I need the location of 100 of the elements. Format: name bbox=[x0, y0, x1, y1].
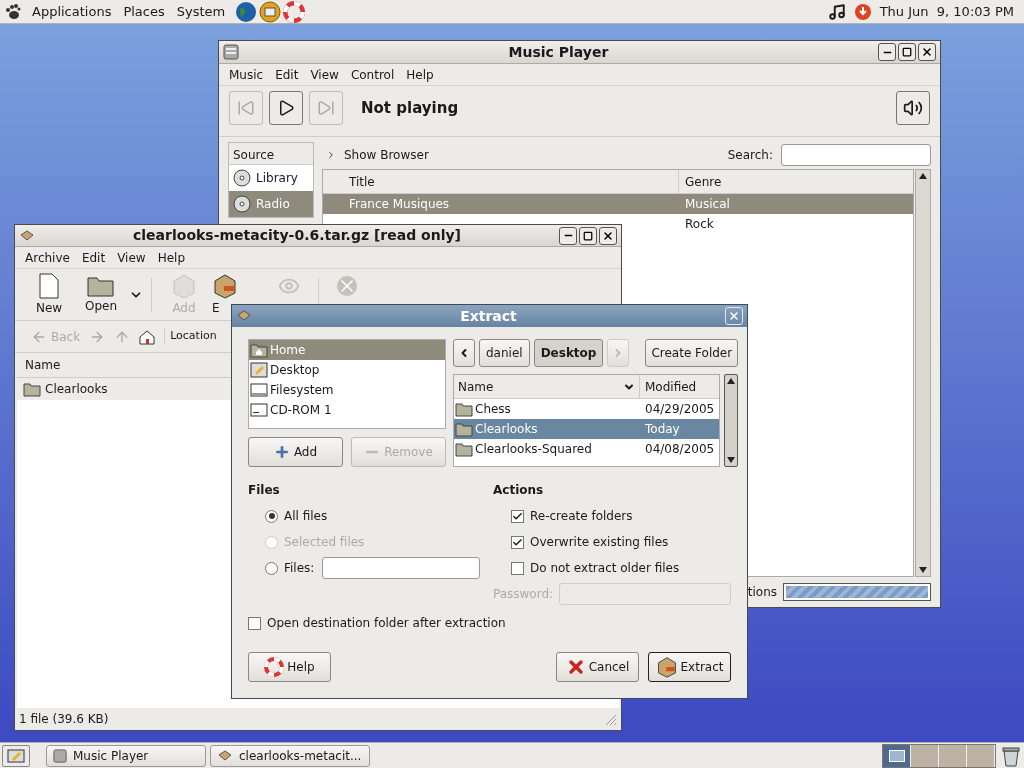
search-label: Search: bbox=[727, 147, 773, 164]
menu-item[interactable]: Help bbox=[400, 65, 440, 84]
menu-item[interactable]: View bbox=[304, 65, 345, 84]
add-button[interactable]: Add bbox=[248, 437, 343, 467]
checkbox[interactable] bbox=[511, 535, 524, 549]
workspace[interactable] bbox=[883, 744, 911, 767]
close-button[interactable] bbox=[599, 226, 617, 245]
footer-label: tions bbox=[747, 583, 777, 601]
menu-item[interactable]: View bbox=[111, 248, 152, 267]
minimize-button[interactable] bbox=[878, 43, 896, 61]
column-header[interactable]: Genre bbox=[679, 170, 913, 193]
menu-item[interactable]: Music bbox=[223, 65, 270, 84]
check-icon bbox=[512, 510, 523, 522]
disc-icon bbox=[232, 194, 252, 214]
mail-icon[interactable] bbox=[259, 0, 282, 23]
panel-menu[interactable]: Applications bbox=[30, 1, 114, 22]
update-icon[interactable] bbox=[853, 2, 872, 21]
resize-grip-icon[interactable] bbox=[603, 712, 617, 726]
column-header[interactable]: Title bbox=[323, 170, 679, 193]
package-icon bbox=[217, 748, 233, 763]
box-icon bbox=[655, 656, 678, 678]
folder-icon bbox=[455, 441, 473, 457]
scrollbar[interactable] bbox=[915, 169, 931, 577]
checkbox[interactable] bbox=[511, 509, 524, 523]
playback-status: Not playing bbox=[361, 97, 460, 119]
place-item[interactable]: CD-ROM 1 bbox=[249, 400, 445, 420]
place-item[interactable]: Filesystem bbox=[249, 380, 445, 400]
radio-label: All files bbox=[284, 508, 328, 525]
maximize-icon bbox=[583, 230, 593, 241]
minimize-button[interactable] bbox=[559, 226, 577, 245]
table-cell[interactable]: Rock bbox=[679, 215, 714, 233]
folder-row[interactable]: Chess 04/29/2005 bbox=[454, 399, 720, 419]
task-button[interactable]: clearlooks-metacit... bbox=[210, 744, 370, 767]
path-button[interactable]: Desktop bbox=[533, 339, 604, 367]
scroll-up-icon[interactable] bbox=[727, 378, 736, 384]
music-note-icon[interactable] bbox=[827, 2, 846, 21]
radio-button[interactable] bbox=[265, 561, 278, 575]
app-icon bbox=[223, 44, 239, 60]
dialog-button[interactable]: Help bbox=[248, 652, 331, 682]
scroll-down-icon[interactable] bbox=[727, 457, 736, 463]
show-desktop-button[interactable] bbox=[2, 744, 30, 767]
clock[interactable]: Thu Jun 9, 10:03 PM bbox=[879, 1, 1020, 22]
home-icon[interactable] bbox=[139, 328, 156, 345]
package-icon bbox=[236, 309, 252, 323]
checkbox-label: Open destination folder after extraction bbox=[267, 615, 506, 632]
checkbox[interactable] bbox=[511, 561, 524, 575]
source-header: Source bbox=[229, 143, 313, 165]
task-button[interactable]: Music Player bbox=[46, 744, 206, 767]
workspace[interactable] bbox=[911, 744, 939, 767]
play-button[interactable] bbox=[269, 91, 303, 125]
folder-row[interactable]: Clearlooks-Squared 04/08/2005 bbox=[454, 439, 720, 459]
workspace[interactable] bbox=[939, 744, 967, 767]
create-folder-button[interactable]: Create Folder bbox=[645, 339, 739, 367]
menu-item[interactable]: Edit bbox=[269, 65, 305, 84]
lifebuoy-icon[interactable] bbox=[283, 0, 306, 23]
volume-button[interactable] bbox=[896, 91, 930, 125]
path-button[interactable]: daniel bbox=[479, 339, 530, 367]
status-bar-text: 1 file (39.6 KB) bbox=[19, 711, 110, 728]
close-icon bbox=[602, 229, 614, 242]
maximize-button[interactable] bbox=[579, 226, 597, 245]
trash-icon[interactable] bbox=[1000, 744, 1022, 767]
location-label: Location bbox=[164, 328, 217, 345]
show-browser-toggle[interactable]: Show Browser bbox=[344, 146, 429, 164]
path-back-button[interactable] bbox=[453, 339, 475, 367]
section-title: Files bbox=[248, 482, 281, 499]
panel-menu[interactable]: System bbox=[174, 1, 228, 22]
workspace[interactable] bbox=[967, 744, 995, 767]
radio-button[interactable] bbox=[265, 509, 278, 523]
radio-label: Files: bbox=[284, 560, 315, 577]
panel-menu[interactable]: Places bbox=[121, 1, 167, 22]
search-field[interactable] bbox=[781, 144, 931, 166]
menu-item[interactable]: Edit bbox=[75, 248, 112, 267]
toolbar-button[interactable]: Open bbox=[77, 274, 125, 315]
disc-icon bbox=[232, 168, 252, 188]
dialog-button[interactable]: Extract bbox=[648, 652, 731, 682]
column-header[interactable]: Modified bbox=[640, 375, 720, 398]
place-item[interactable]: Desktop bbox=[249, 360, 445, 380]
play-icon bbox=[277, 99, 295, 117]
menu-item[interactable]: Control bbox=[344, 65, 401, 84]
folder-row[interactable]: Clearlooks Today bbox=[454, 419, 720, 439]
toolbar-button[interactable]: New bbox=[25, 272, 73, 317]
globe-icon[interactable] bbox=[235, 0, 258, 23]
maximize-button[interactable] bbox=[898, 43, 916, 61]
folder-icon bbox=[23, 381, 41, 397]
checkbox[interactable] bbox=[248, 616, 261, 630]
column-header[interactable]: Name bbox=[454, 375, 640, 398]
desktop-icon bbox=[250, 362, 268, 378]
scrollbar[interactable] bbox=[724, 374, 739, 467]
dialog-button[interactable]: Cancel bbox=[556, 652, 639, 682]
close-button[interactable] bbox=[918, 43, 936, 61]
files-field[interactable] bbox=[322, 557, 481, 579]
menu-item[interactable]: Archive bbox=[19, 248, 76, 267]
menu-item[interactable]: Help bbox=[151, 248, 191, 267]
scroll-up-icon[interactable] bbox=[919, 173, 927, 179]
foot-icon[interactable] bbox=[4, 2, 22, 21]
scroll-down-icon[interactable] bbox=[919, 567, 927, 573]
window-title: clearlooks-metacity-0.6.tar.gz [read only] bbox=[132, 226, 462, 245]
speaker-icon bbox=[903, 98, 923, 118]
expander-icon[interactable] bbox=[326, 150, 336, 160]
previous-icon bbox=[237, 99, 255, 117]
